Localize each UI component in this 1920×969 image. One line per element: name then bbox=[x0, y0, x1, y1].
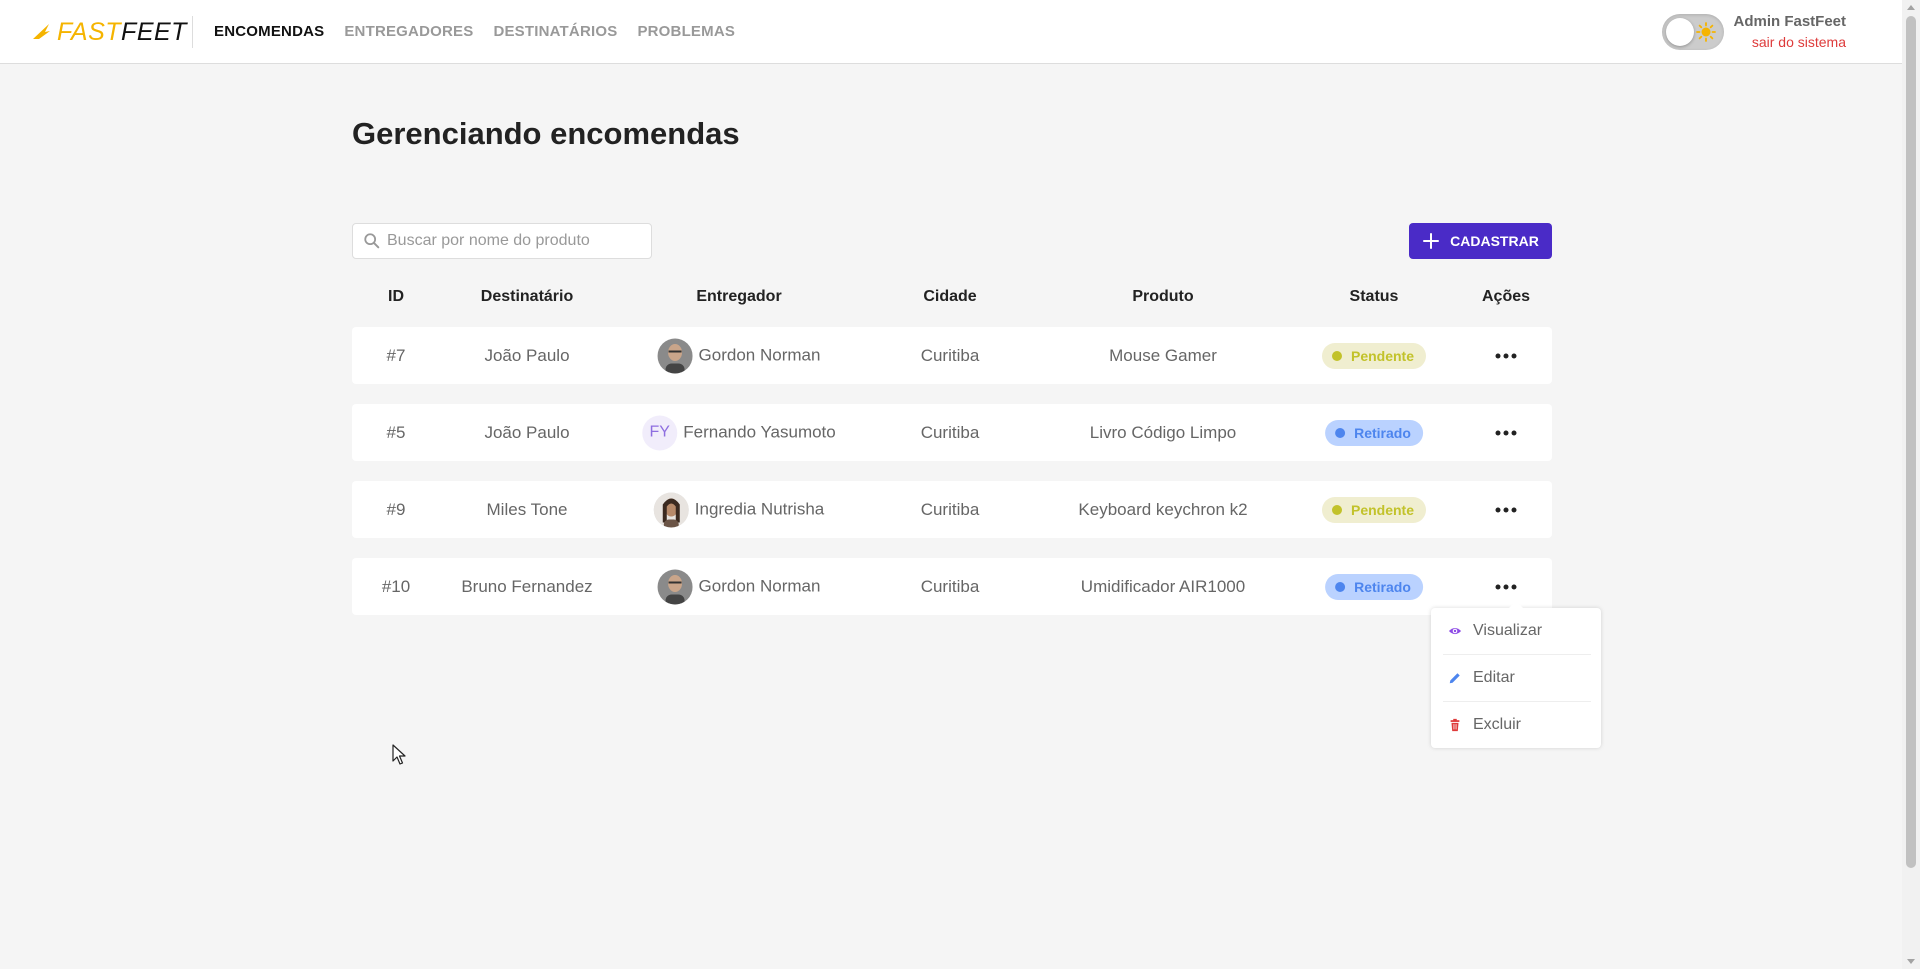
status-badge: Pendente bbox=[1321, 342, 1427, 369]
menu-item-excluir[interactable]: Excluir bbox=[1443, 702, 1591, 748]
menu-item-label: Excluir bbox=[1473, 716, 1522, 733]
sun-icon bbox=[1696, 22, 1716, 42]
trash-icon bbox=[1450, 718, 1460, 732]
more-icon bbox=[1492, 580, 1521, 593]
column-header-status: Status bbox=[1349, 288, 1399, 305]
status-badge: Retirado bbox=[1325, 573, 1423, 600]
actions-menu-button[interactable] bbox=[1492, 426, 1521, 439]
menu-item-visualizar[interactable]: Visualizar bbox=[1443, 608, 1591, 654]
recipient-name: Bruno Fernandez bbox=[461, 576, 593, 596]
menu-item-label: Editar bbox=[1473, 669, 1515, 686]
status-label: Pendente bbox=[1350, 347, 1415, 364]
search-input[interactable] bbox=[387, 232, 637, 250]
order-id: #9 bbox=[386, 499, 406, 519]
add-button-label: CADASTRAR bbox=[1450, 233, 1539, 249]
column-header-acoes: Ações bbox=[1481, 288, 1531, 305]
add-order-button[interactable]: CADASTRAR bbox=[1409, 223, 1552, 259]
city: Curitiba bbox=[920, 422, 980, 442]
table-row: #10 Bruno Fernandez Gordon Norman Curiti… bbox=[352, 558, 1552, 615]
toggle-knob bbox=[1666, 18, 1694, 46]
column-header-entregador: Entregador bbox=[696, 288, 782, 305]
user-info: Admin FastFeet sair do sistema bbox=[1733, 13, 1846, 50]
product-name: Keyboard keychron k2 bbox=[1078, 499, 1248, 519]
city: Curitiba bbox=[920, 345, 980, 365]
deliveryman-name: Gordon Norman bbox=[698, 576, 821, 596]
actions-menu-button[interactable] bbox=[1492, 580, 1521, 593]
scrollbar-thumb[interactable] bbox=[1906, 16, 1916, 868]
nav-encomendas[interactable]: ENCOMENDAS bbox=[214, 23, 324, 40]
deliveryman: Gordon Norman bbox=[657, 338, 821, 373]
status-badge: Pendente bbox=[1321, 496, 1427, 523]
actions-dropdown: Visualizar Editar Excluir bbox=[1431, 601, 1601, 748]
recipient-name: João Paulo bbox=[484, 422, 570, 442]
fastfeet-logo[interactable]: FAST FEET bbox=[31, 18, 187, 46]
avatar-initials: FY bbox=[642, 415, 678, 450]
order-id: #10 bbox=[381, 576, 411, 596]
nav-entregadores[interactable]: ENTREGADORES bbox=[344, 23, 473, 40]
column-header-produto: Produto bbox=[1132, 288, 1194, 305]
main-nav: ENCOMENDAS ENTREGADORES DESTINATÁRIOS PR… bbox=[214, 23, 735, 40]
product-name: Mouse Gamer bbox=[1109, 345, 1217, 365]
table-row: #9 Miles Tone Ingredia Nutrisha Curitiba… bbox=[352, 481, 1552, 538]
column-header-destinatario: Destinatário bbox=[480, 288, 574, 305]
table-header: ID Destinatário Entregador Cidade Produt… bbox=[352, 288, 1552, 308]
scroll-down-arrow-icon[interactable] bbox=[1907, 959, 1915, 964]
more-icon bbox=[1492, 503, 1521, 516]
page-title: Gerenciando encomendas bbox=[352, 116, 740, 151]
column-header-cidade: Cidade bbox=[923, 288, 977, 305]
logo-text-fast: FAST bbox=[57, 17, 122, 46]
search-box bbox=[352, 223, 652, 259]
actions-menu-button[interactable] bbox=[1492, 349, 1521, 362]
avatar bbox=[657, 569, 693, 604]
status-label: Retirado bbox=[1354, 578, 1411, 595]
pencil-icon bbox=[1449, 673, 1460, 684]
order-id: #7 bbox=[386, 345, 406, 365]
mouse-cursor-icon bbox=[392, 744, 406, 765]
nav-destinatarios[interactable]: DESTINATÁRIOS bbox=[493, 23, 617, 40]
status-badge: Retirado bbox=[1325, 419, 1423, 446]
deliveryman-name: Gordon Norman bbox=[698, 345, 821, 365]
order-id: #5 bbox=[386, 422, 406, 442]
product-name: Livro Código Limpo bbox=[1089, 422, 1237, 442]
table-row: #7 João Paulo Gordon Norman Curitiba Mou… bbox=[352, 327, 1552, 384]
deliveryman-name: Fernando Yasumoto bbox=[683, 422, 836, 442]
deliveryman: Ingredia Nutrisha bbox=[653, 492, 825, 527]
recipient-name: Miles Tone bbox=[486, 499, 568, 519]
product-name: Umidificador AIR1000 bbox=[1080, 576, 1246, 596]
search-icon bbox=[364, 233, 380, 249]
recipient-name: João Paulo bbox=[484, 345, 570, 365]
menu-item-label: Visualizar bbox=[1473, 622, 1543, 639]
logo-text-feet: FEET bbox=[121, 17, 187, 46]
logo-wing-icon bbox=[33, 24, 50, 39]
status-label: Pendente bbox=[1350, 501, 1415, 518]
city: Curitiba bbox=[920, 576, 980, 596]
more-icon bbox=[1492, 426, 1521, 439]
status-label: Retirado bbox=[1354, 424, 1411, 441]
table-row: #5 João Paulo FY Fernando Yasumoto Curit… bbox=[352, 404, 1552, 461]
page-scrollbar[interactable] bbox=[1902, 0, 1920, 969]
deliveryman: FY Fernando Yasumoto bbox=[642, 415, 836, 450]
city: Curitiba bbox=[920, 499, 980, 519]
more-icon bbox=[1492, 349, 1521, 362]
deliveryman: Gordon Norman bbox=[657, 569, 821, 604]
actions-menu-button[interactable] bbox=[1492, 503, 1521, 516]
logout-link[interactable]: sair do sistema bbox=[1733, 34, 1846, 50]
top-header: FAST FEET ENCOMENDAS ENTREGADORES DESTIN… bbox=[0, 0, 1902, 64]
deliveryman-name: Ingredia Nutrisha bbox=[694, 499, 825, 519]
avatar bbox=[653, 492, 689, 527]
header-divider bbox=[192, 16, 193, 48]
scroll-up-arrow-icon[interactable] bbox=[1907, 5, 1915, 10]
theme-toggle[interactable] bbox=[1662, 14, 1724, 50]
eye-icon bbox=[1448, 627, 1462, 635]
user-name: Admin FastFeet bbox=[1733, 13, 1846, 30]
plus-icon bbox=[1423, 233, 1440, 249]
avatar bbox=[657, 338, 693, 373]
column-header-id: ID bbox=[388, 288, 404, 305]
menu-item-editar[interactable]: Editar bbox=[1443, 655, 1591, 701]
nav-problemas[interactable]: PROBLEMAS bbox=[637, 23, 735, 40]
